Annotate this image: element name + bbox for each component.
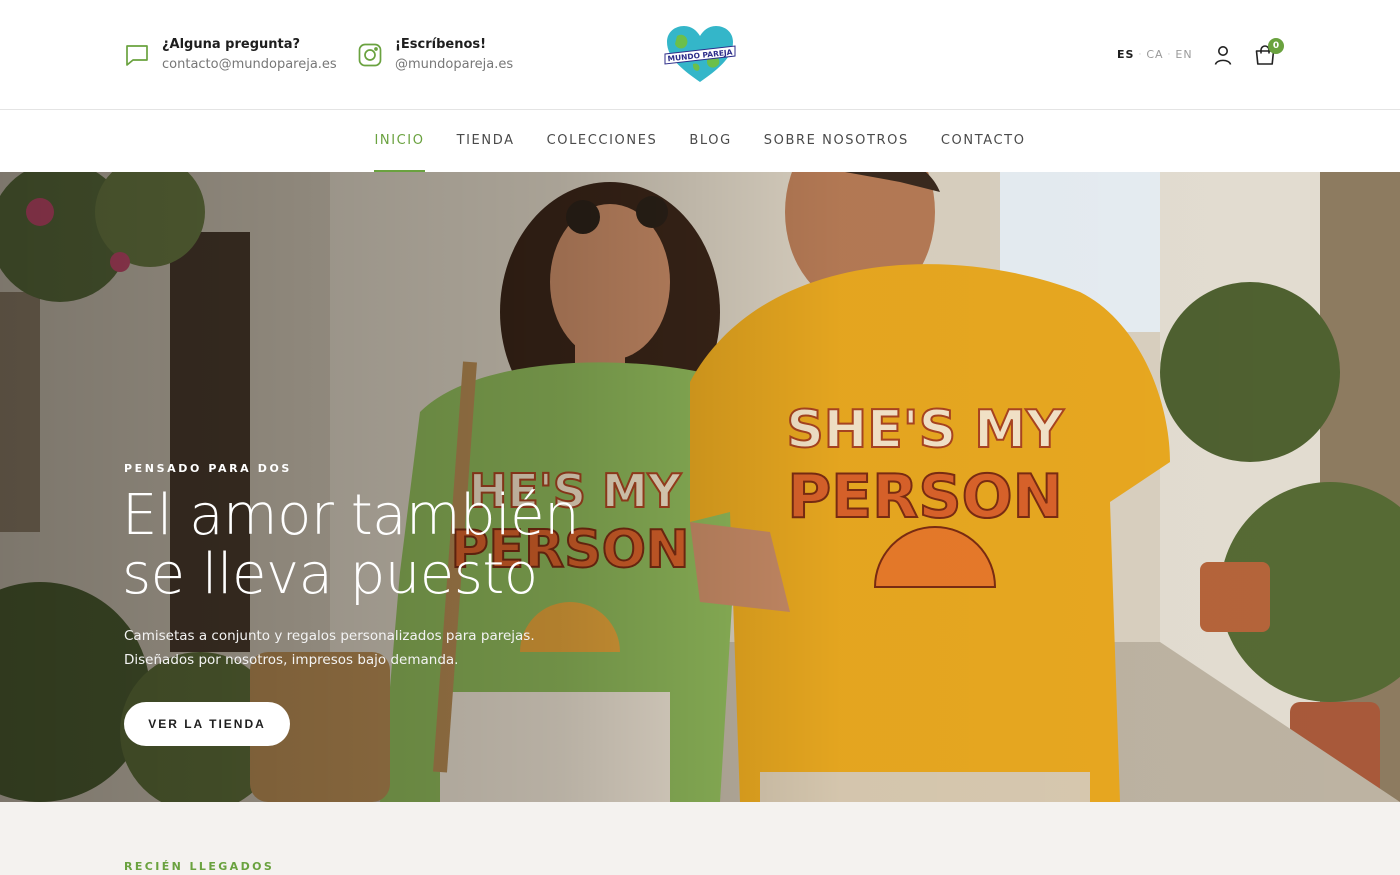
nav-item-sobre-nosotros[interactable]: SOBRE NOSOTROS (764, 111, 909, 172)
site-logo[interactable]: MUNDO PAREJA (663, 24, 737, 84)
contact-email-link[interactable]: contacto@mundopareja.es (162, 54, 337, 76)
nav-item-inicio[interactable]: INICIO (374, 111, 425, 172)
cart-count-badge: 0 (1268, 38, 1284, 54)
view-shop-button[interactable]: VER LA TIENDA (124, 702, 290, 746)
contact-question-title: ¿Alguna pregunta? (162, 37, 301, 52)
hero-banner: HE'S MY PERSON SHE'S MY PERSON PENSADO P… (0, 172, 1400, 802)
main-navigation: INICIO TIENDA COLECCIONES BLOG SOBRE NOS… (0, 111, 1400, 172)
nav-item-tienda[interactable]: TIENDA (457, 111, 515, 172)
nav-item-contacto[interactable]: CONTACTO (941, 111, 1026, 172)
language-ca[interactable]: CA (1146, 48, 1163, 61)
instagram-handle-link[interactable]: @mundopareja.es (395, 54, 513, 76)
hero-eyebrow: PENSADO PARA DOS (124, 462, 292, 475)
language-es[interactable]: ES (1117, 48, 1134, 61)
language-switcher: ES · CA · EN (1117, 48, 1193, 61)
nav-item-colecciones[interactable]: COLECCIONES (547, 111, 658, 172)
hero-title: El amor también se lleva puesto (122, 483, 580, 607)
chat-bubble-icon (124, 42, 150, 68)
separator-dot: · (1138, 49, 1143, 60)
contact-question-block: ¿Alguna pregunta? contacto@mundopareja.e… (124, 36, 337, 76)
user-icon[interactable] (1212, 44, 1234, 66)
new-arrivals-eyebrow: RECIÉN LLEGADOS (124, 860, 275, 873)
contact-instagram-block: ¡Escríbenos! @mundopareja.es (357, 36, 513, 76)
new-arrivals-section: RECIÉN LLEGADOS (0, 802, 1400, 875)
language-en[interactable]: EN (1175, 48, 1192, 61)
separator-dot: · (1167, 49, 1172, 60)
hero-description: Camisetas a conjunto y regalos personali… (124, 628, 535, 668)
site-header: ¿Alguna pregunta? contacto@mundopareja.e… (0, 0, 1400, 110)
contact-instagram-title: ¡Escríbenos! (395, 37, 487, 52)
instagram-icon[interactable] (357, 42, 383, 68)
nav-item-blog[interactable]: BLOG (689, 111, 731, 172)
